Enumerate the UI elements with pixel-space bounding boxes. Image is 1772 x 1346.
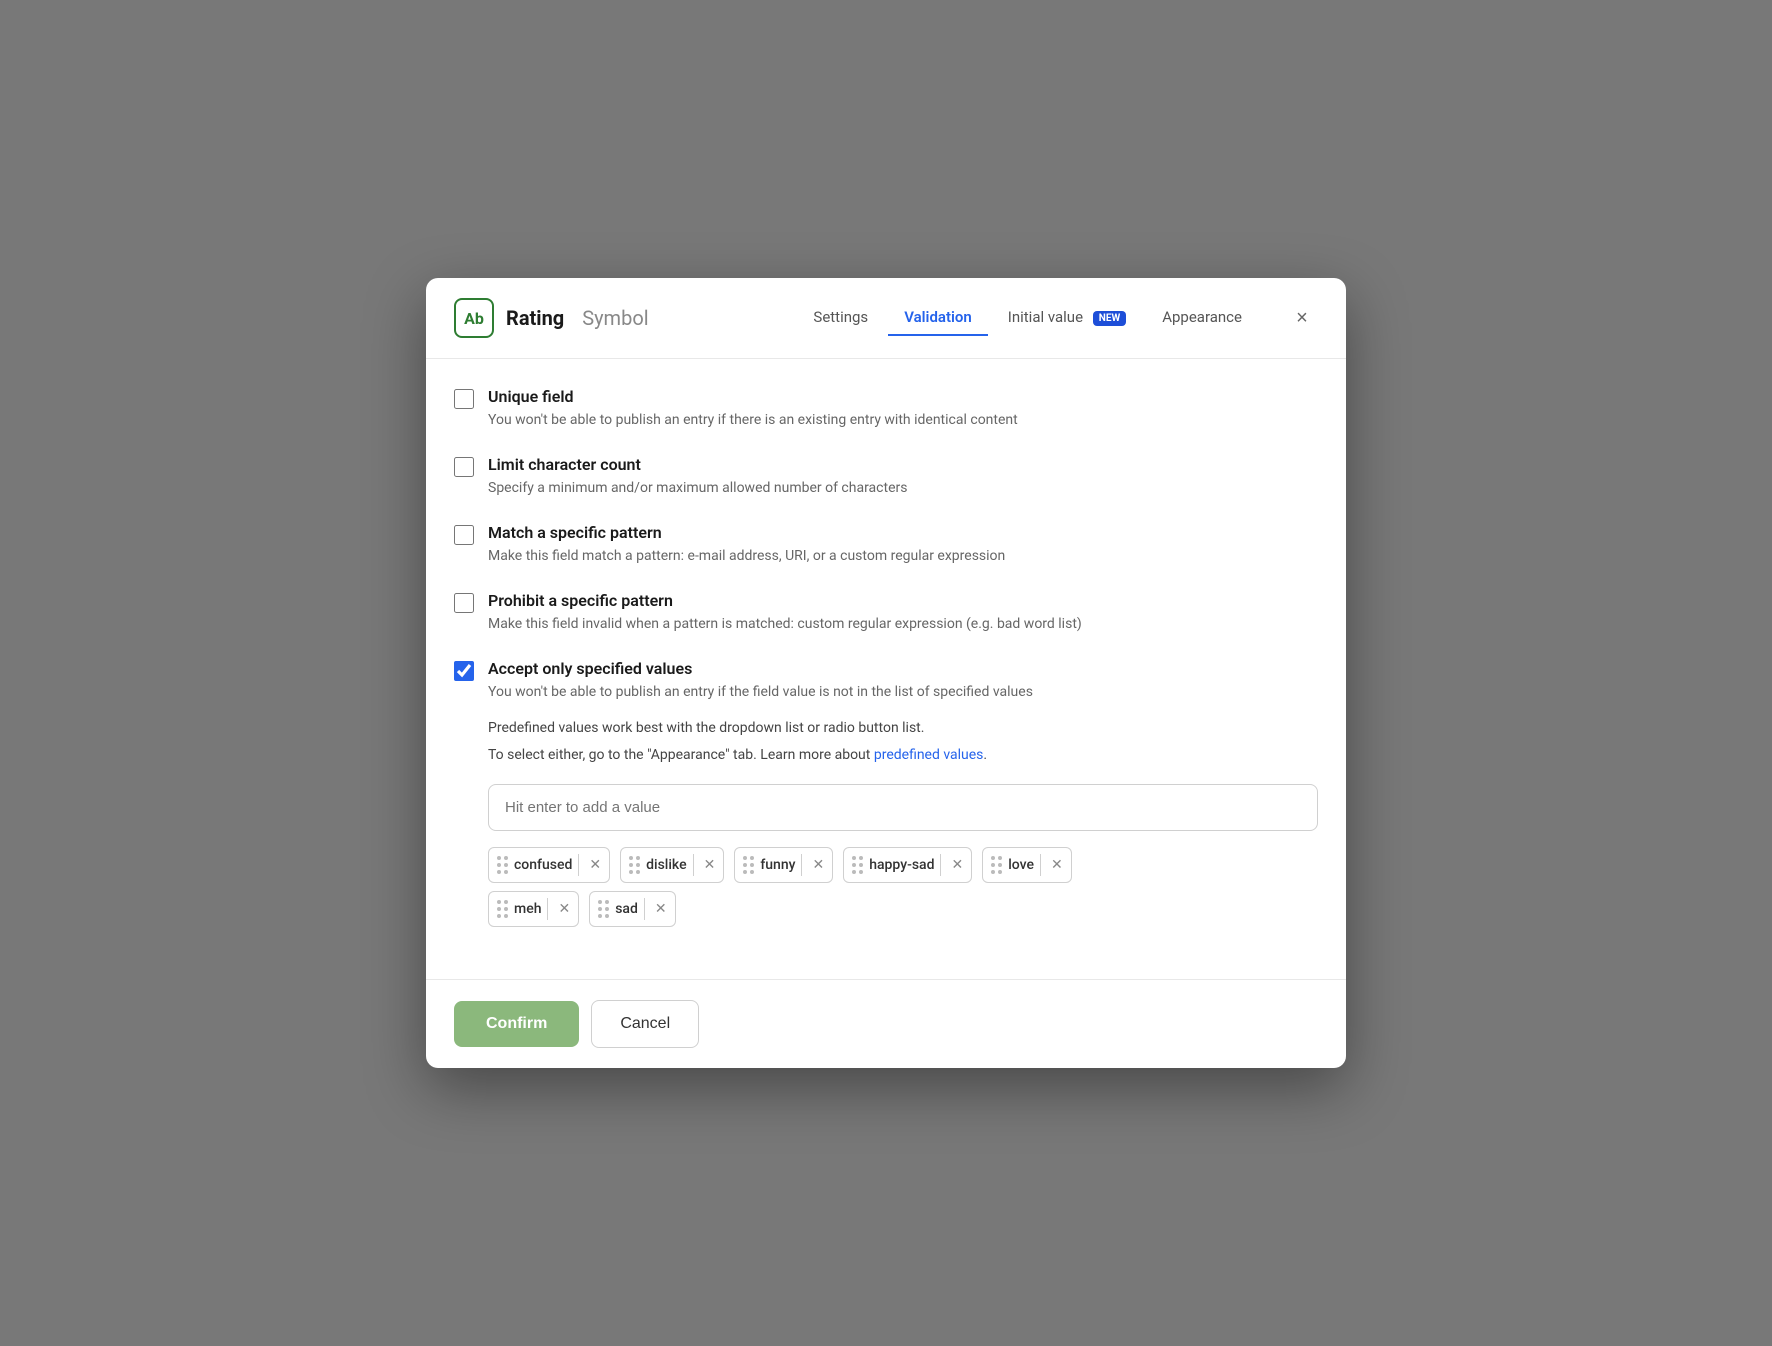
tag-label-sad: sad	[615, 901, 638, 917]
limit-chars-title: Limit character count	[488, 455, 1318, 474]
confirm-button[interactable]: Confirm	[454, 1001, 579, 1047]
prohibit-pattern-desc: Make this field invalid when a pattern i…	[488, 614, 1318, 635]
modal-header: Ab Rating Symbol Settings Validation Ini…	[426, 278, 1346, 359]
tag-remove-meh[interactable]: ✕	[554, 898, 574, 919]
tag-drag-confused[interactable]	[497, 856, 508, 874]
close-button[interactable]: ×	[1286, 302, 1318, 334]
tag-chip-confused: confused ✕	[488, 847, 610, 883]
accept-specified-title: Accept only specified values	[488, 659, 1318, 678]
tag-label-happy-sad: happy-sad	[869, 857, 934, 873]
tag-remove-happy-sad[interactable]: ✕	[947, 854, 967, 875]
modal-body: Unique field You won't be able to publis…	[426, 359, 1346, 979]
tag-chip-dislike: dislike ✕	[620, 847, 724, 883]
tab-settings[interactable]: Settings	[797, 300, 884, 336]
match-pattern-desc: Make this field match a pattern: e-mail …	[488, 546, 1318, 567]
field-type-icon: Ab	[454, 298, 494, 338]
tag-drag-dislike[interactable]	[629, 856, 640, 874]
tag-drag-sad[interactable]	[598, 900, 609, 918]
modal-dialog: Ab Rating Symbol Settings Validation Ini…	[426, 278, 1346, 1068]
tag-label-funny: funny	[760, 857, 795, 873]
tag-label-love: love	[1008, 857, 1034, 873]
tags-row-2: meh ✕ sad ✕	[488, 891, 1318, 927]
field-name: Rating	[506, 306, 564, 330]
validation-option-unique-field: Unique field You won't be able to publis…	[454, 387, 1318, 431]
match-pattern-checkbox[interactable]	[454, 525, 474, 545]
predefined-info-line1: Predefined values work best with the dro…	[488, 717, 1318, 739]
validation-option-limit-chars: Limit character count Specify a minimum …	[454, 455, 1318, 499]
tag-chip-meh: meh ✕	[488, 891, 579, 927]
limit-chars-desc: Specify a minimum and/or maximum allowed…	[488, 478, 1318, 499]
accept-specified-checkbox[interactable]	[454, 661, 474, 681]
add-value-input[interactable]	[488, 784, 1318, 831]
tag-chip-love: love ✕	[982, 847, 1072, 883]
tag-chip-happy-sad: happy-sad ✕	[843, 847, 972, 883]
tag-label-confused: confused	[514, 857, 572, 873]
prohibit-pattern-title: Prohibit a specific pattern	[488, 591, 1318, 610]
modal-tabs: Settings Validation Initial value NEW Ap…	[797, 300, 1258, 336]
tag-remove-dislike[interactable]: ✕	[700, 854, 720, 875]
modal-footer: Confirm Cancel	[426, 980, 1346, 1068]
tag-remove-confused[interactable]: ✕	[585, 854, 605, 875]
tag-chip-funny: funny ✕	[734, 847, 833, 883]
predefined-values-link[interactable]: predefined values	[874, 747, 984, 763]
tag-drag-funny[interactable]	[743, 856, 754, 874]
tab-initial-value[interactable]: Initial value NEW	[992, 300, 1142, 336]
prohibit-pattern-checkbox[interactable]	[454, 593, 474, 613]
tag-label-meh: meh	[514, 901, 541, 917]
tags-row-1: confused ✕ dislike ✕	[488, 847, 1318, 883]
accept-specified-expanded: Predefined values work best with the dro…	[488, 717, 1318, 927]
tag-remove-funny[interactable]: ✕	[808, 854, 828, 875]
tag-drag-happy-sad[interactable]	[852, 856, 863, 874]
accept-specified-desc: You won't be able to publish an entry if…	[488, 682, 1318, 703]
tag-remove-love[interactable]: ✕	[1047, 854, 1067, 875]
tag-drag-love[interactable]	[991, 856, 1002, 874]
limit-chars-checkbox[interactable]	[454, 457, 474, 477]
tag-chip-sad: sad ✕	[589, 891, 675, 927]
tag-drag-meh[interactable]	[497, 900, 508, 918]
tag-label-dislike: dislike	[646, 857, 686, 873]
tab-validation[interactable]: Validation	[888, 300, 988, 336]
cancel-button[interactable]: Cancel	[591, 1000, 699, 1048]
validation-option-prohibit-pattern: Prohibit a specific pattern Make this fi…	[454, 591, 1318, 635]
unique-field-checkbox[interactable]	[454, 389, 474, 409]
tab-appearance[interactable]: Appearance	[1146, 300, 1258, 336]
unique-field-title: Unique field	[488, 387, 1318, 406]
validation-option-match-pattern: Match a specific pattern Make this field…	[454, 523, 1318, 567]
predefined-info-line2: To select either, go to the "Appearance"…	[488, 744, 1318, 766]
validation-option-accept-specified: Accept only specified values You won't b…	[454, 659, 1318, 935]
tag-remove-sad[interactable]: ✕	[651, 898, 671, 919]
new-badge: NEW	[1093, 311, 1126, 326]
unique-field-desc: You won't be able to publish an entry if…	[488, 410, 1318, 431]
field-type: Symbol	[582, 306, 648, 330]
match-pattern-title: Match a specific pattern	[488, 523, 1318, 542]
